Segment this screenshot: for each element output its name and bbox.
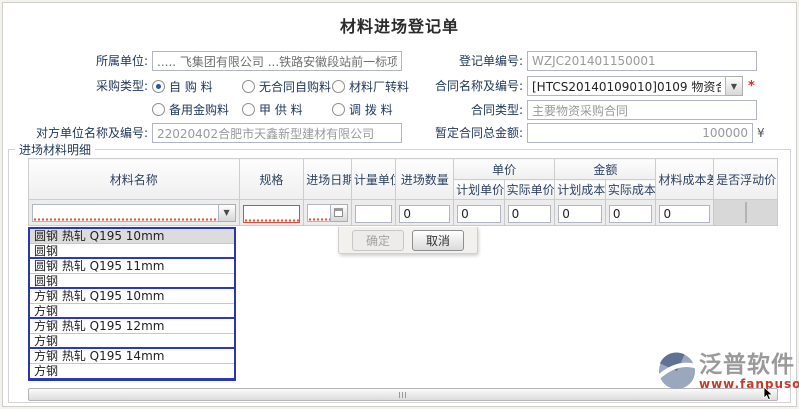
entry-date-field[interactable] xyxy=(307,204,348,222)
col-header-planned-cost[interactable]: 计划成本 xyxy=(555,180,606,200)
dropdown-item[interactable]: 圆钢 热轧 Q195 11mm 圆钢 xyxy=(30,259,234,289)
entry-date-input[interactable] xyxy=(307,204,331,222)
actual-unit-price-input[interactable] xyxy=(508,205,552,223)
currency-symbol: ¥ xyxy=(757,126,765,140)
col-header-planned-unit-price[interactable]: 计划单价 xyxy=(454,180,505,200)
chevron-down-icon[interactable]: ▼ xyxy=(219,204,236,222)
dropdown-item-category[interactable]: 方钢 xyxy=(30,304,234,319)
qty-input[interactable] xyxy=(399,205,450,223)
register-no-input[interactable] xyxy=(527,51,757,71)
radio-icon[interactable] xyxy=(332,103,345,116)
register-no-label: 登记单编号: xyxy=(385,51,523,71)
radio-reserve-fund-purchase[interactable]: 备用金购料 xyxy=(152,101,229,117)
material-name-combobox[interactable]: ▼ xyxy=(32,204,236,222)
col-group-unit-price: 单价 xyxy=(454,159,555,180)
chevron-down-icon[interactable]: ▼ xyxy=(726,76,743,96)
radio-allocated[interactable]: 调 拨 料 xyxy=(332,101,393,117)
group-title: 进场材料明细 xyxy=(15,141,95,158)
required-asterisk: * xyxy=(748,79,755,94)
dropdown-item-name[interactable]: 圆钢 热轧 Q195 11mm xyxy=(30,259,234,274)
dropdown-item-category[interactable]: 圆钢 xyxy=(30,274,234,289)
counterparty-input[interactable] xyxy=(152,123,402,143)
scrollbar-grip-icon[interactable] xyxy=(399,392,408,398)
spec-input[interactable] xyxy=(243,205,301,223)
col-header-floating-price[interactable]: 是否浮动价 xyxy=(714,159,778,200)
col-header-actual-cost[interactable]: 实际成本 xyxy=(605,180,656,200)
radio-icon[interactable] xyxy=(152,80,165,93)
confirm-button[interactable]: 确定 xyxy=(352,230,404,251)
col-header-qty[interactable]: 进场数量 xyxy=(396,159,454,200)
row-editor-button-bar: 确定 取消 xyxy=(338,227,478,254)
dropdown-item[interactable]: 方钢 热轧 Q195 14mm 方钢 xyxy=(30,349,234,379)
contract-name-combobox[interactable]: ▼ xyxy=(527,76,743,96)
dropdown-item[interactable]: 方钢 热轧 Q195 12mm 方钢 xyxy=(30,319,234,349)
material-detail-table: 材料名称 规格 进场日期 计量单位 进场数量 单价 金额 材料成本差 是否浮动价… xyxy=(28,158,778,226)
col-header-spec[interactable]: 规格 xyxy=(239,159,304,200)
dropdown-item-category[interactable]: 方钢 xyxy=(30,364,234,379)
col-header-entry-date[interactable]: 进场日期 xyxy=(304,159,352,200)
radio-no-contract-purchase[interactable]: 无合同自购料 xyxy=(242,78,331,94)
dropdown-item-category[interactable]: 圆钢 xyxy=(30,244,234,259)
col-header-material-name[interactable]: 材料名称 xyxy=(29,159,240,200)
contract-type-label: 合同类型: xyxy=(385,100,523,120)
mouse-cursor-icon xyxy=(763,387,775,401)
radio-icon[interactable] xyxy=(152,103,165,116)
actual-cost-input[interactable] xyxy=(609,205,653,223)
planned-cost-input[interactable] xyxy=(558,205,602,223)
radio-label: 备用金购料 xyxy=(169,101,229,118)
radio-icon[interactable] xyxy=(242,80,255,93)
contract-total-input[interactable] xyxy=(527,123,753,143)
owner-unit-input[interactable] xyxy=(152,51,402,71)
radio-owner-supplied[interactable]: 甲 供 料 xyxy=(242,101,303,117)
unit-input[interactable] xyxy=(355,205,393,223)
contract-total-label: 暂定合同总金额: xyxy=(385,123,523,143)
radio-label: 无合同自购料 xyxy=(259,78,331,95)
material-name-input[interactable] xyxy=(32,204,219,222)
radio-label: 自 购 料 xyxy=(169,78,213,95)
cancel-button[interactable]: 取消 xyxy=(412,230,464,251)
vendor-watermark: 泛普软件 www.fanpusoft.com xyxy=(658,352,799,391)
vendor-url-text: www.fanpusoft.com xyxy=(699,378,799,391)
col-header-unit[interactable]: 计量单位 xyxy=(351,159,396,200)
material-dropdown-list: 圆钢 热轧 Q195 10mm 圆钢 圆钢 热轧 Q195 11mm 圆钢 方钢… xyxy=(28,227,236,381)
calendar-icon[interactable] xyxy=(331,204,348,222)
planned-unit-price-input[interactable] xyxy=(457,205,501,223)
row-editor: ▼ xyxy=(29,200,778,226)
dropdown-item[interactable]: 圆钢 热轧 Q195 10mm 圆钢 xyxy=(30,229,234,259)
dropdown-item-category[interactable]: 方钢 xyxy=(30,334,234,349)
radio-label: 甲 供 料 xyxy=(259,101,303,118)
cost-diff-input[interactable] xyxy=(659,205,710,223)
floating-price-checkbox[interactable] xyxy=(745,202,747,223)
owner-unit-label: 所属单位: xyxy=(10,51,148,71)
radio-self-purchase[interactable]: 自 购 料 xyxy=(152,78,213,94)
purchase-type-label: 采购类型: xyxy=(10,76,148,96)
contract-type-input[interactable] xyxy=(527,100,757,120)
dropdown-item[interactable]: 方钢 热轧 Q195 10mm 方钢 xyxy=(30,289,234,319)
col-header-actual-unit-price[interactable]: 实际单价 xyxy=(504,180,555,200)
radio-icon[interactable] xyxy=(332,80,345,93)
page-title: 材料进场登记单 xyxy=(0,13,799,37)
counterparty-label: 对方单位名称及编号: xyxy=(10,123,148,143)
dropdown-item-name[interactable]: 方钢 热轧 Q195 14mm xyxy=(30,349,234,364)
radio-icon[interactable] xyxy=(242,103,255,116)
dropdown-item-name[interactable]: 圆钢 热轧 Q195 10mm xyxy=(30,229,234,244)
dropdown-item-name[interactable]: 方钢 热轧 Q195 10mm xyxy=(30,289,234,304)
vendor-brand-text: 泛普软件 xyxy=(699,352,795,378)
contract-name-label: 合同名称及编号: xyxy=(385,76,523,96)
fanpu-logo-icon xyxy=(658,352,696,390)
material-entry-registration-window: 材料进场登记单 所属单位: 采购类型: 自 购 料 无合同自购料 材料厂转料 备… xyxy=(0,0,799,409)
col-group-amount: 金额 xyxy=(555,159,656,180)
col-header-cost-diff[interactable]: 材料成本差 xyxy=(656,159,714,200)
dropdown-item-name[interactable]: 方钢 热轧 Q195 12mm xyxy=(30,319,234,334)
contract-name-input[interactable] xyxy=(527,76,726,96)
